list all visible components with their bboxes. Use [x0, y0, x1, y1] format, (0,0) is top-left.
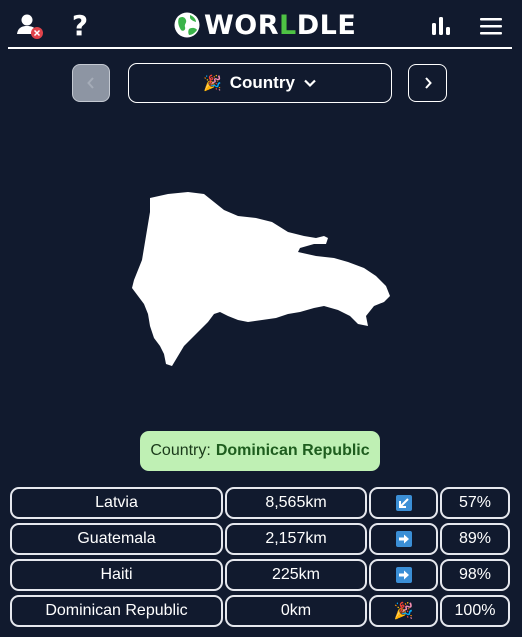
guess-proximity: 100% [440, 595, 510, 627]
chevron-left-icon [87, 77, 94, 89]
party-popper-icon: 🎉 [203, 75, 222, 92]
down-left-arrow-icon [395, 495, 412, 511]
guess-direction [369, 559, 438, 591]
menu-icon[interactable] [476, 12, 506, 40]
guess-direction: 🎉 [369, 595, 438, 627]
previous-mode-button[interactable] [72, 64, 110, 102]
guess-direction [369, 487, 438, 519]
guess-row: Latvia 8,565km 57% [0, 487, 522, 519]
app-header: ? WORLDLE [0, 0, 522, 50]
guess-country: Latvia [10, 487, 223, 519]
guess-distance: 225km [225, 559, 367, 591]
guess-direction [369, 523, 438, 555]
guess-proximity: 89% [440, 523, 510, 555]
guess-row: Haiti 225km 98% [0, 559, 522, 591]
answer-prefix: Country: [150, 442, 211, 459]
chevron-right-icon [424, 77, 432, 89]
user-remove-icon[interactable] [14, 10, 46, 42]
stats-icon[interactable] [426, 12, 456, 40]
guess-country: Dominican Republic [10, 595, 223, 627]
answer-banner: Country: Dominican Republic [140, 431, 380, 471]
guess-row: Guatemala 2,157km 89% [0, 523, 522, 555]
header-divider [8, 47, 512, 49]
mode-label: Country [229, 73, 295, 92]
app-title: WORLDLE [204, 9, 357, 41]
guess-row: Dominican Republic 0km 🎉 100% [0, 595, 522, 627]
answer-country: Dominican Republic [215, 442, 370, 459]
next-mode-button[interactable] [408, 64, 447, 102]
right-arrow-icon [395, 531, 412, 547]
app-logo: WORLDLE [174, 7, 356, 43]
guess-country: Guatemala [10, 523, 223, 555]
guess-proximity: 98% [440, 559, 510, 591]
guess-country: Haiti [10, 559, 223, 591]
globe-icon [174, 12, 200, 38]
guess-proximity: 57% [440, 487, 510, 519]
guess-distance: 2,157km [225, 523, 367, 555]
mode-select[interactable]: 🎉 Country [128, 63, 392, 103]
guess-distance: 8,565km [225, 487, 367, 519]
right-arrow-icon [395, 567, 412, 583]
party-popper-icon: 🎉 [393, 603, 414, 620]
guess-distance: 0km [225, 595, 367, 627]
country-silhouette [132, 192, 390, 366]
help-icon[interactable]: ? [66, 8, 94, 42]
chevron-down-icon [304, 79, 316, 88]
